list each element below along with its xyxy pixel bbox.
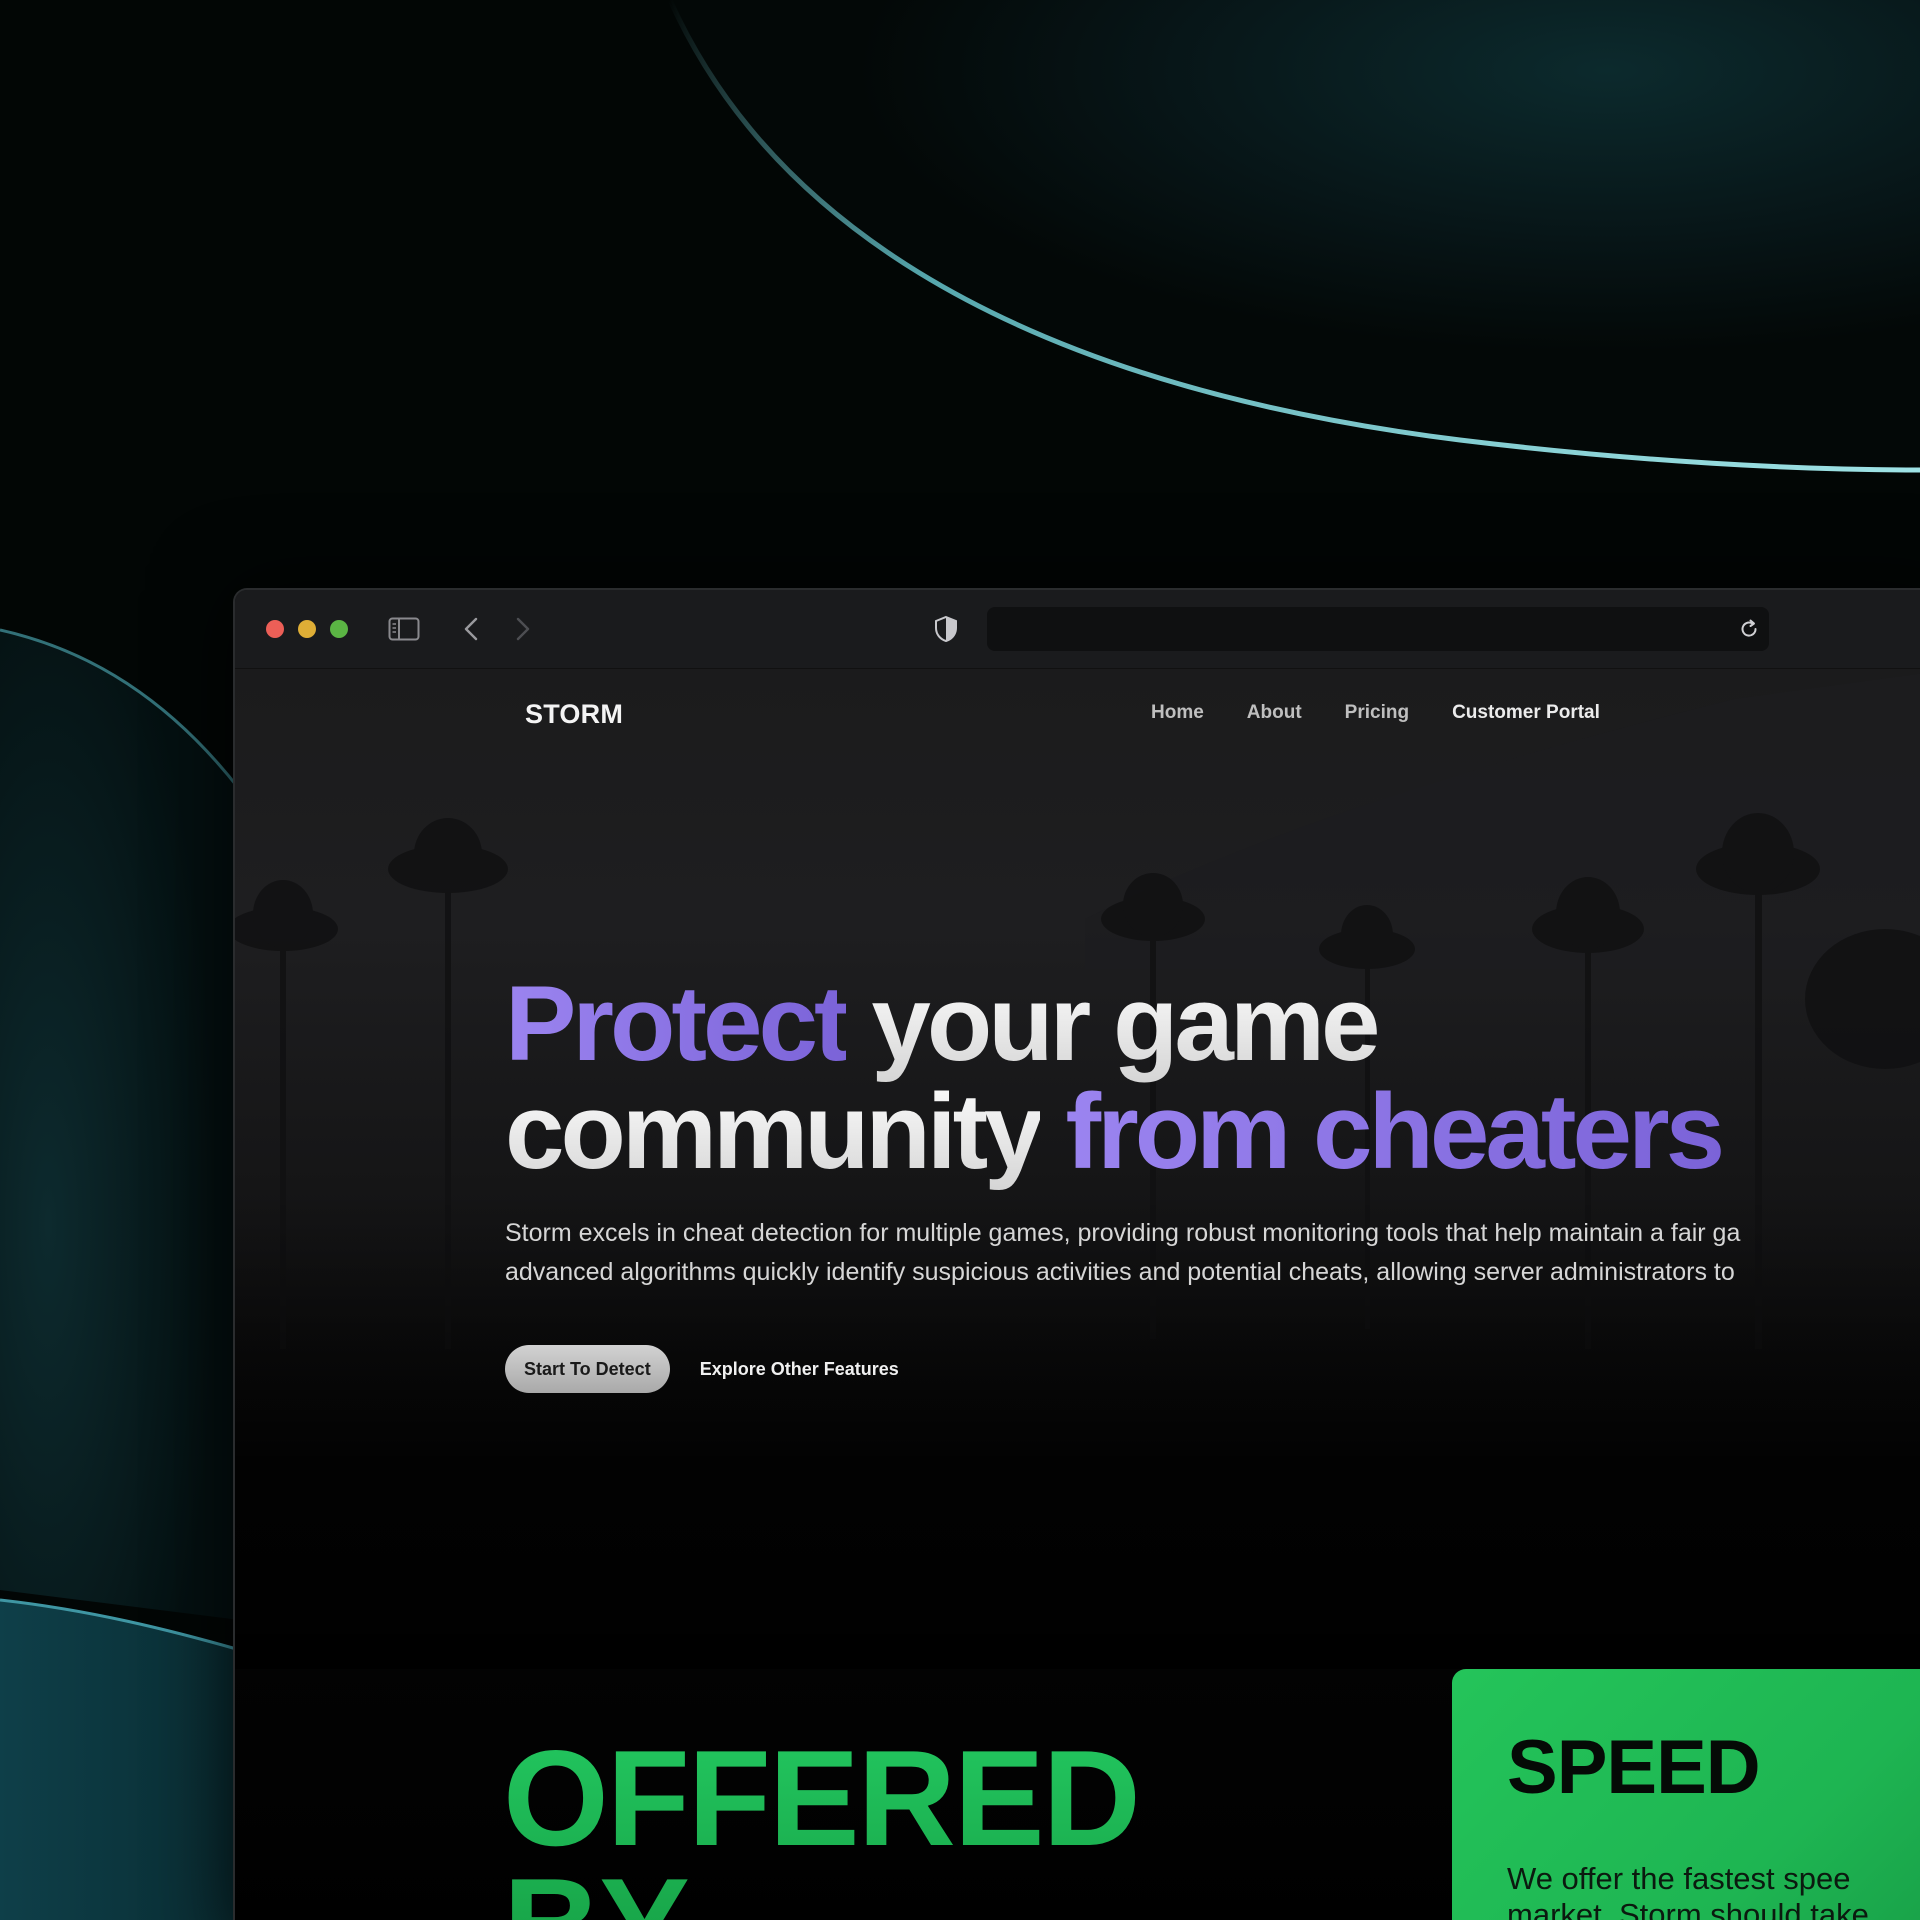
desktop: STORM Home About Pricing Customer Portal… — [0, 0, 1920, 1920]
zoom-window-button[interactable] — [330, 620, 348, 638]
headline-community: community — [505, 1071, 1044, 1191]
main-nav: Home About Pricing Customer Portal — [1151, 702, 1600, 724]
speed-card-text-line-2: market. Storm should take — [1507, 1897, 1869, 1920]
speed-card-text: We offer the fastest spee market. Storm … — [1507, 1861, 1920, 1920]
start-to-detect-button[interactable]: Start To Detect — [505, 1345, 670, 1393]
hero-description-line-1: Storm excels in cheat detection for mult… — [505, 1219, 1741, 1247]
address-bar[interactable] — [987, 607, 1769, 651]
nav-customer-portal-link[interactable]: Customer Portal — [1452, 702, 1600, 724]
web-page: STORM Home About Pricing Customer Portal… — [235, 669, 1920, 1920]
chevron-right-icon[interactable] — [511, 610, 535, 648]
speed-card-text-line-1: We offer the fastest spee — [1507, 1861, 1851, 1896]
sidebar-icon[interactable] — [387, 610, 421, 648]
speed-feature-card: SPEED We offer the fastest spee market. … — [1452, 1669, 1920, 1920]
offered-by-line-1: OFFERED — [503, 1722, 1139, 1874]
hero-description-line-2: advanced algorithms quickly identify sus… — [505, 1258, 1735, 1286]
explore-features-button[interactable]: Explore Other Features — [700, 1359, 899, 1380]
nav-about-link[interactable]: About — [1247, 702, 1302, 724]
close-window-button[interactable] — [266, 620, 284, 638]
browser-window: STORM Home About Pricing Customer Portal… — [233, 588, 1920, 1920]
minimize-window-button[interactable] — [298, 620, 316, 638]
nav-pricing-link[interactable]: Pricing — [1345, 702, 1409, 724]
speed-card-title: SPEED — [1507, 1725, 1761, 1810]
headline-your-game: your game — [871, 963, 1380, 1083]
browser-toolbar — [235, 590, 1920, 669]
shield-icon[interactable] — [932, 610, 960, 648]
site-logo[interactable]: STORM — [525, 699, 623, 730]
hero-actions: Start To Detect Explore Other Features — [505, 1345, 899, 1393]
reload-icon[interactable] — [1737, 617, 1761, 646]
hero-description: Storm excels in cheat detection for mult… — [505, 1214, 1920, 1292]
hero-headline: Protect your game community from cheater… — [505, 969, 1920, 1185]
offered-by-heading: OFFERED BY — [503, 1734, 1139, 1920]
nav-home-link[interactable]: Home — [1151, 702, 1204, 724]
headline-word-protect: Protect — [505, 963, 850, 1083]
headline-from-cheaters: from cheaters — [1065, 1071, 1725, 1191]
chevron-left-icon[interactable] — [459, 610, 483, 648]
